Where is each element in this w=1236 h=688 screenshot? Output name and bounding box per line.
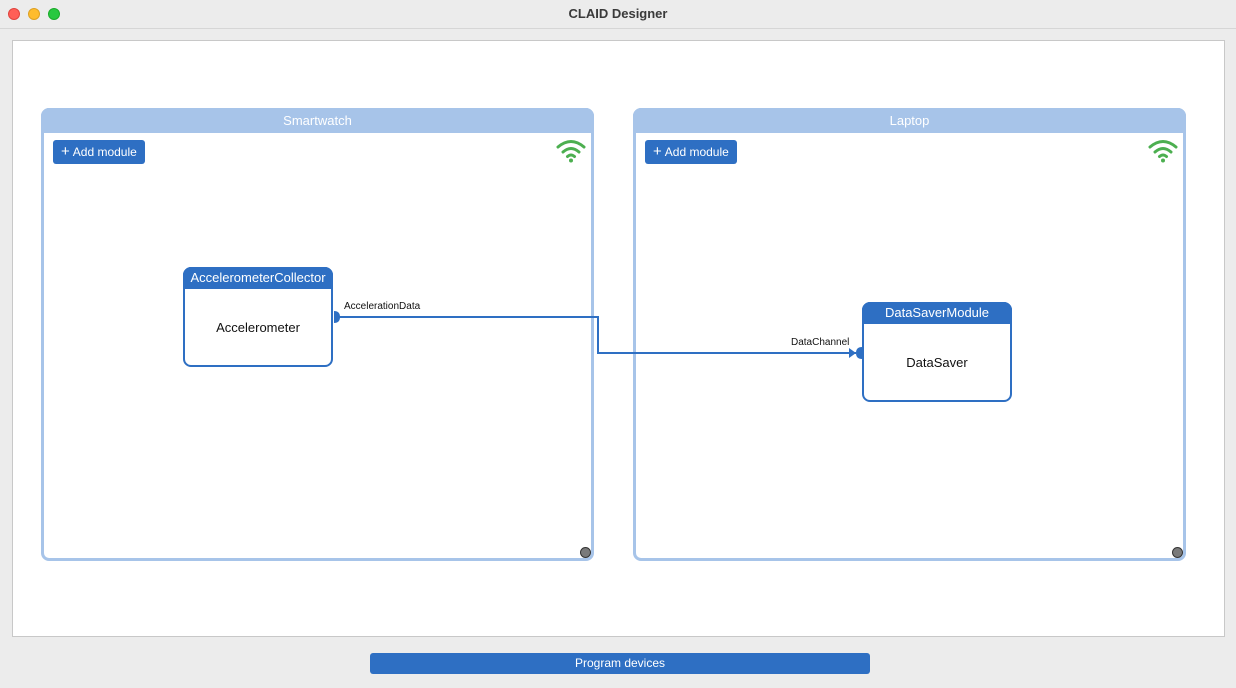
add-module-label: Add module xyxy=(72,145,137,159)
plus-icon: + xyxy=(653,143,662,160)
module-title: DataSaverModule xyxy=(862,302,1012,324)
window-title: CLAID Designer xyxy=(568,6,668,21)
app-window: CLAID Designer Smartwatch + Add module La… xyxy=(0,0,1236,688)
add-module-button-laptop[interactable]: + Add module xyxy=(645,140,737,164)
input-channel-label: DataChannel xyxy=(791,337,850,348)
wifi-icon xyxy=(556,140,586,163)
program-devices-button[interactable]: Program devices xyxy=(370,653,870,674)
plus-icon: + xyxy=(61,143,70,160)
module-data-saver[interactable]: DataSaverModule DataSaver xyxy=(862,302,1012,402)
resize-handle-icon[interactable] xyxy=(1172,547,1183,558)
module-body-label: DataSaver xyxy=(906,354,968,370)
module-body-label: Accelerometer xyxy=(216,319,300,335)
add-module-button-smartwatch[interactable]: + Add module xyxy=(53,140,145,164)
wifi-icon xyxy=(1148,140,1178,163)
add-module-label: Add module xyxy=(664,145,729,159)
module-title: AccelerometerCollector xyxy=(183,267,333,289)
output-channel-label: AccelerationData xyxy=(344,301,421,312)
title-bar: CLAID Designer xyxy=(0,0,1236,29)
device-header-smartwatch[interactable]: Smartwatch xyxy=(41,108,594,133)
device-header-laptop[interactable]: Laptop xyxy=(633,108,1186,133)
module-accelerometer-collector[interactable]: AccelerometerCollector Accelerometer xyxy=(183,267,333,367)
resize-handle-icon[interactable] xyxy=(580,547,591,558)
